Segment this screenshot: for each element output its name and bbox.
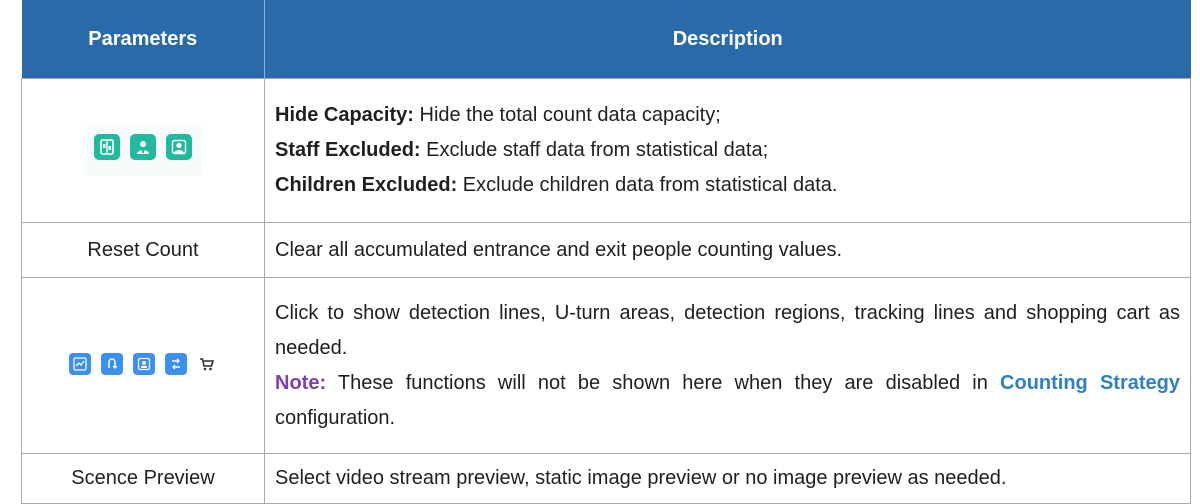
children-excluded-icon — [166, 134, 192, 160]
text-hide-capacity: Hide the total count data capacity; — [413, 104, 721, 126]
hide-capacity-icon — [94, 134, 120, 160]
desc-line-children-excluded: Children Excluded: Exclude children data… — [275, 168, 1180, 203]
table-row: Click to show detection lines, U-turn ar… — [21, 277, 1191, 454]
tracking-line-icon — [165, 353, 187, 375]
table-row: Hide Capacity: Hide the total count data… — [21, 78, 1191, 223]
staff-excluded-icon — [130, 134, 156, 160]
description-reset-count: Clear all accumulated entrance and exit … — [264, 222, 1191, 278]
icon-group-display — [84, 125, 202, 176]
note-tail: configuration. — [275, 406, 396, 429]
detection-region-icon — [133, 353, 155, 375]
desc-line-staff-excluded: Staff Excluded: Exclude staff data from … — [275, 133, 1180, 168]
parameters-table: Parameters Description Hide Capacity: Hi… — [21, 0, 1191, 504]
param-reset-count: Reset Count — [21, 222, 265, 278]
u-turn-area-icon — [101, 353, 123, 375]
label-hide-capacity: Hide Capacity: — [275, 104, 414, 126]
note-line: Note: These functions will not be shown … — [275, 366, 1180, 436]
note-label: Note: — [275, 371, 327, 394]
description-cell: Click to show detection lines, U-turn ar… — [264, 277, 1191, 454]
text-children-excluded: Exclude children data from statistical d… — [457, 174, 838, 196]
description-overlays: Click to show detection lines, U-turn ar… — [275, 301, 1180, 359]
param-cell — [21, 277, 265, 454]
table-header-row: Parameters Description — [21, 0, 1191, 79]
note-text: These functions will not be shown here w… — [326, 371, 1001, 394]
detection-line-icon — [69, 353, 91, 375]
description-scence-preview: Select video stream preview, static imag… — [264, 453, 1191, 504]
shopping-cart-icon — [197, 353, 217, 375]
text-staff-excluded: Exclude staff data from statistical data… — [420, 139, 769, 161]
description-cell: Hide Capacity: Hide the total count data… — [264, 78, 1191, 223]
label-staff-excluded: Staff Excluded: — [275, 139, 421, 161]
header-parameters: Parameters — [21, 0, 265, 79]
icon-group-overlays — [69, 353, 217, 375]
table-row: Scence Preview Select video stream previ… — [21, 453, 1191, 504]
header-description: Description — [264, 0, 1191, 79]
label-children-excluded: Children Excluded: — [275, 174, 458, 196]
param-scence-preview: Scence Preview — [21, 453, 265, 504]
param-cell — [21, 78, 265, 223]
counting-strategy-link[interactable]: Counting Strategy — [1000, 372, 1180, 394]
desc-line-hide-capacity: Hide Capacity: Hide the total count data… — [275, 98, 1180, 133]
table-row: Reset Count Clear all accumulated entran… — [21, 222, 1191, 278]
